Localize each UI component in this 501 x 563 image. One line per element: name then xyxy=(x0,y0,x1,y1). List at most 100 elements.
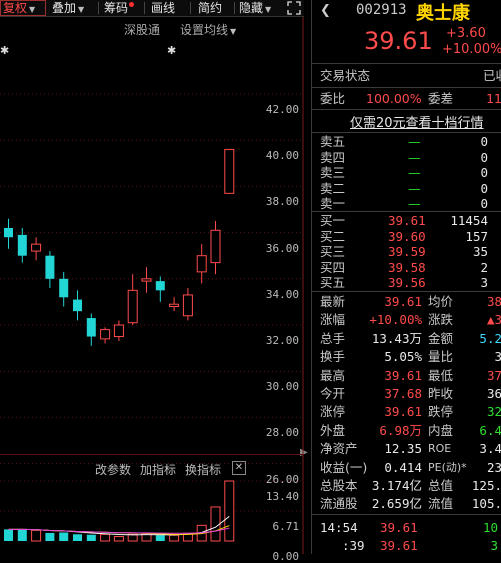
bids-price: 39.59 xyxy=(388,244,426,259)
stat-label: 涨跌 xyxy=(428,312,454,328)
simple-button[interactable]: 简约 xyxy=(198,0,222,16)
stat-row: 外盘 6.98万 内盘 6.4 xyxy=(312,422,501,440)
edit-params-button[interactable]: 改参数 xyxy=(95,461,131,478)
stat-value: 23 xyxy=(486,459,501,475)
asks-volume: 0 xyxy=(480,180,488,196)
volume-tick-label: 13.40 xyxy=(265,490,299,503)
bids-label: 买五 xyxy=(320,275,346,290)
candle xyxy=(155,276,165,302)
overlay-dropdown[interactable]: 叠加 ▼ xyxy=(52,0,84,16)
stat-label: 内盘 xyxy=(428,422,454,438)
price-tick-label: 32.00 xyxy=(265,334,299,347)
bids-label: 买四 xyxy=(320,259,346,275)
stat-label: 最新 xyxy=(320,294,346,309)
volume-tick-label: 6.71 xyxy=(272,519,300,533)
asks-price: — xyxy=(408,149,421,165)
bids-volume: 157 xyxy=(465,228,488,244)
stat-label: 最低 xyxy=(428,367,454,383)
asks-label: 卖五 xyxy=(320,134,346,149)
ratio-row: 委比 100.00% 委差 11 xyxy=(320,91,501,106)
stat-label: 最高 xyxy=(320,367,346,383)
stat-label: 涨幅 xyxy=(320,312,346,328)
bids-price: 39.60 xyxy=(388,228,426,244)
tick-volume: 10 xyxy=(482,520,498,535)
volume-tick-label: 0.00 xyxy=(272,550,300,563)
stat-value: +10.00% xyxy=(369,312,422,328)
asks-row[interactable]: 卖一 — 0 xyxy=(312,196,501,212)
close-icon[interactable]: ✕ xyxy=(232,461,246,475)
stat-value: 3.4 xyxy=(479,441,501,457)
price-tick-label: 40.00 xyxy=(265,149,299,163)
candle xyxy=(86,313,96,346)
stat-value: 2.659亿 xyxy=(371,496,422,512)
stat-label: PE(动)* xyxy=(428,460,467,474)
stat-row: 涨幅 +10.00% 涨跌 ▲3 xyxy=(312,311,501,329)
asks-row[interactable]: 卖五 — 0 xyxy=(312,134,501,150)
stock-name: 奥士康 xyxy=(416,3,470,24)
stat-label: 均价 xyxy=(428,294,454,309)
price-tick-label: 38.00 xyxy=(265,195,299,209)
chips-button[interactable]: 筹码 xyxy=(104,0,135,16)
volume-bar xyxy=(31,529,42,542)
draw-line-button[interactable]: 画线 xyxy=(151,0,175,16)
asks-price: — xyxy=(408,134,421,149)
volume-bar xyxy=(224,480,235,542)
stat-label: 金额 xyxy=(428,330,454,346)
bids-row[interactable]: 买二 39.60 157 xyxy=(312,229,501,245)
stat-label: 总手 xyxy=(320,330,346,346)
volume-bar xyxy=(210,506,221,542)
stat-value: 105. xyxy=(471,496,501,512)
bids-row[interactable]: 买一 39.61 11454 xyxy=(312,213,501,229)
asks-row[interactable]: 卖四 — 0 xyxy=(312,150,501,166)
stat-value: 37.68 xyxy=(384,386,422,401)
stat-row: 净资产 12.35 ROE 3.4 xyxy=(312,440,501,458)
volume-bar xyxy=(17,529,27,541)
candle xyxy=(31,237,42,261)
volume-bar xyxy=(113,536,124,542)
asks-price: — xyxy=(408,196,421,211)
fuquan-dropdown[interactable]: 复权 ▼ xyxy=(0,0,46,16)
price-tick-label: 30.00 xyxy=(265,380,299,394)
volume-bar xyxy=(100,533,111,542)
swap-indicator-button[interactable]: 换指标 xyxy=(185,461,221,478)
volume-bar xyxy=(155,535,165,541)
stat-value: 5.05% xyxy=(384,349,422,365)
stat-row: 总股本 3.174亿 总值 125. xyxy=(312,477,501,495)
volume-bar xyxy=(4,529,13,541)
stat-row: 最高 39.61 最低 37 xyxy=(312,367,501,385)
price-tick-label: 36.00 xyxy=(265,241,299,255)
asks-label: 卖三 xyxy=(320,165,346,180)
candle xyxy=(141,267,152,293)
asks-volume: 0 xyxy=(480,149,488,165)
chart-toolbar: 复权 ▼ 叠加 ▼ 筹码 画线 简约 隐藏 ▼ xyxy=(0,0,304,17)
chevron-down-icon: ▼ xyxy=(29,5,36,14)
bids-row[interactable]: 买三 39.59 35 xyxy=(312,244,501,260)
stat-row: 换手 5.05% 量比 3 xyxy=(312,348,501,366)
stat-value: 32 xyxy=(486,404,501,420)
stat-value: 125. xyxy=(471,478,501,493)
asks-row[interactable]: 卖三 — 0 xyxy=(312,165,501,181)
volume-bar xyxy=(73,534,82,541)
kline-chart[interactable]: 深股通 设置均线 ▼ ✱ ✱ ▶ 42.00 40.00 38.00 36.00 34.0… xyxy=(0,17,308,563)
stat-label: 净资产 xyxy=(320,441,358,457)
tick-volume: 3 xyxy=(490,538,498,553)
back-icon[interactable]: ❮ xyxy=(320,3,331,18)
bids-label: 买三 xyxy=(320,244,346,259)
bids-volume: 11454 xyxy=(450,213,488,228)
stat-label: 总值 xyxy=(428,478,454,493)
bids-row[interactable]: 买五 39.56 3 xyxy=(312,275,501,291)
level10-promo-link[interactable]: 仅需20元查看十档行情 xyxy=(350,112,484,131)
candle xyxy=(127,274,138,325)
stat-label: ROE xyxy=(428,442,452,456)
asks-row[interactable]: 卖二 — 0 xyxy=(312,181,501,197)
fullscreen-icon[interactable] xyxy=(285,0,303,16)
candle xyxy=(73,290,82,321)
bids-row[interactable]: 买四 39.58 2 xyxy=(312,260,501,276)
asks-volume: 0 xyxy=(480,165,488,180)
stat-label: 跌停 xyxy=(428,404,454,420)
current-price: 39.61 xyxy=(364,27,433,55)
bids-volume: 3 xyxy=(480,275,488,290)
hide-dropdown[interactable]: 隐藏 ▼ xyxy=(239,0,271,16)
candle xyxy=(59,271,69,307)
add-indicator-button[interactable]: 加指标 xyxy=(140,461,176,478)
